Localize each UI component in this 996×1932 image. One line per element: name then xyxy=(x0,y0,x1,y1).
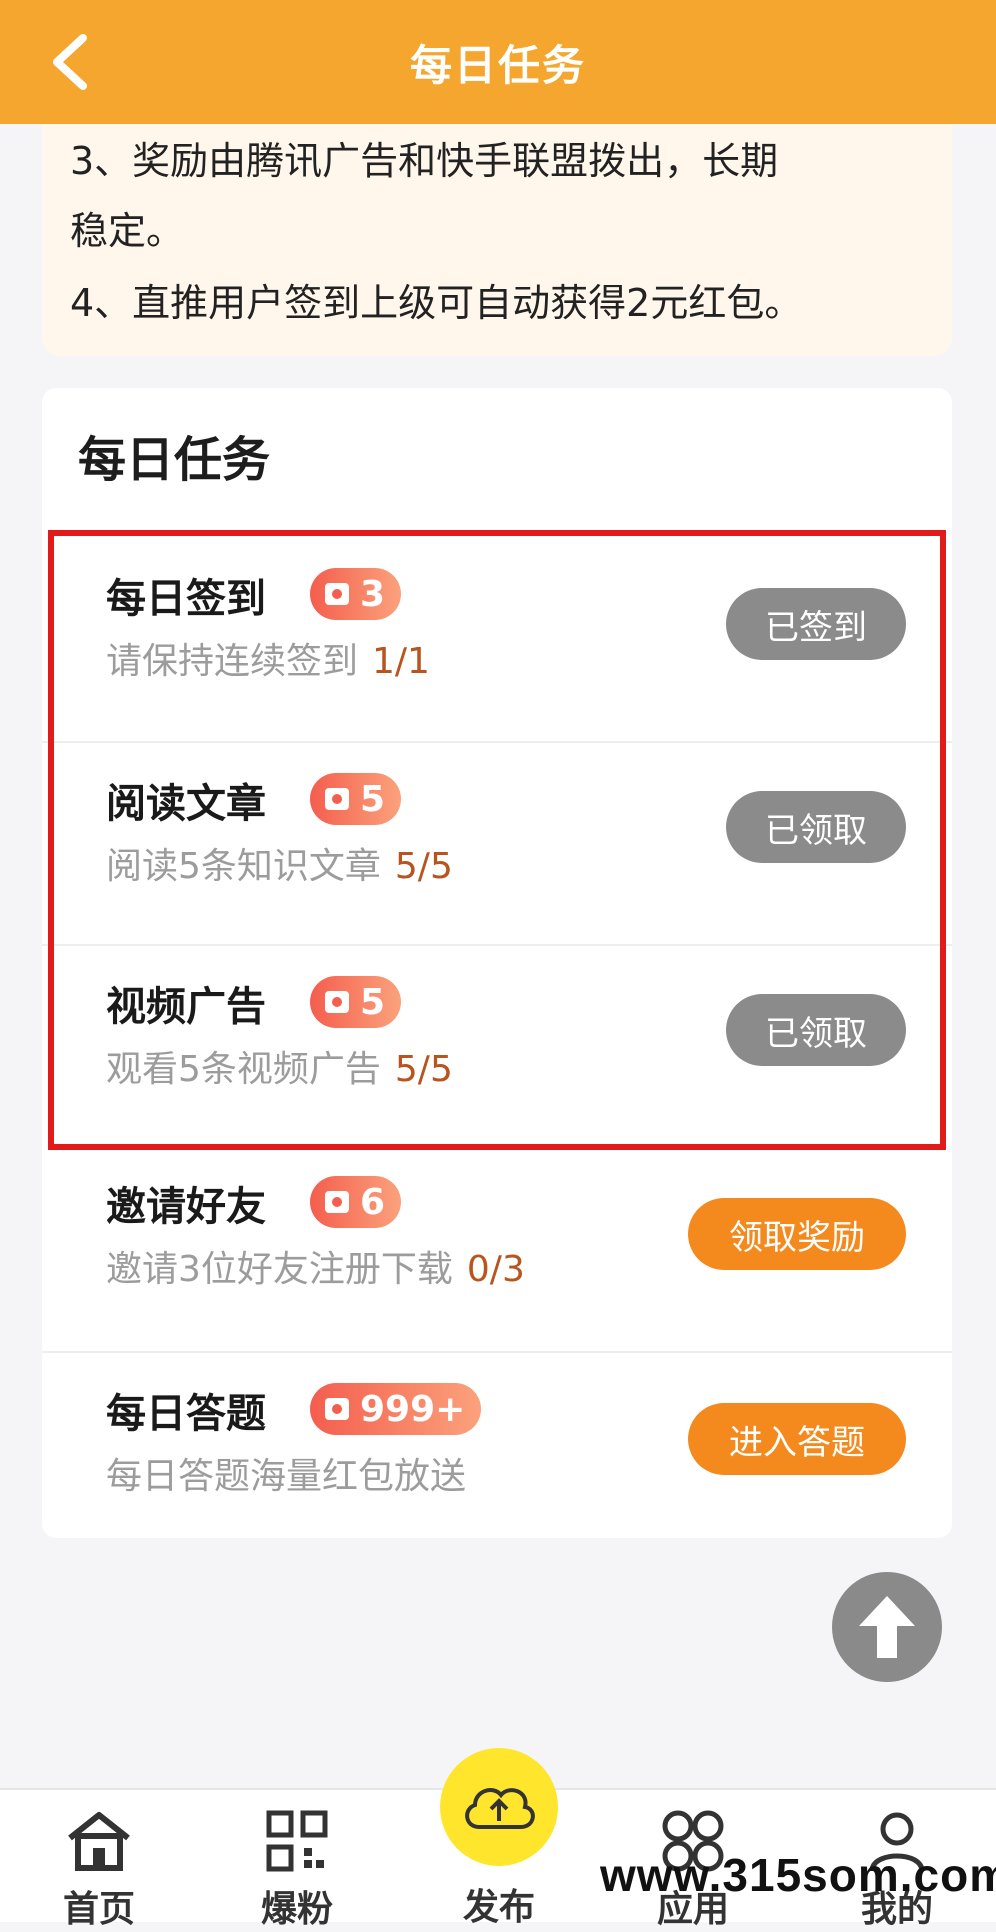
task-name: 阅读文章 xyxy=(106,781,266,827)
red-envelope-icon xyxy=(325,583,349,605)
task-desc-text: 每日答题海量红包放送 xyxy=(106,1456,467,1497)
scroll-top-button[interactable] xyxy=(832,1572,942,1682)
back-button[interactable] xyxy=(30,22,110,102)
home-icon xyxy=(68,1812,130,1871)
task-item-invite-friends: 邀请好友 6 邀请3位好友注册下载 0/3 领取奖励 xyxy=(42,1150,952,1353)
task-desc: 阅读5条知识文章 5/5 xyxy=(106,837,453,889)
claimed-button[interactable]: 已领取 xyxy=(726,994,906,1066)
claimed-button[interactable]: 已领取 xyxy=(726,791,906,863)
task-desc-text: 邀请3位好友注册下载 xyxy=(106,1249,453,1290)
task-progress: 1/1 xyxy=(372,641,430,682)
red-envelope-icon xyxy=(325,1398,349,1420)
task-name: 每日答题 xyxy=(106,1391,266,1437)
rules-notice: 3、奖励由腾讯广告和快手联盟拨出，长期 稳定。 4、直推用户签到上级可自动获得2… xyxy=(42,124,952,356)
task-progress: 5/5 xyxy=(394,846,453,887)
reward-badge: 5 xyxy=(310,976,402,1028)
task-name: 邀请好友 xyxy=(106,1184,266,1230)
notice-line: 稳定。 xyxy=(70,209,185,253)
red-envelope-icon xyxy=(325,1191,349,1213)
tab-label-publish: 发布 xyxy=(462,1887,535,1928)
task-desc-text: 请保持连续签到 xyxy=(106,641,359,682)
task-desc: 邀请3位好友注册下载 0/3 xyxy=(106,1240,525,1292)
task-name: 每日签到 xyxy=(106,576,266,622)
arrow-up-icon xyxy=(859,1596,915,1658)
reward-badge: 3 xyxy=(310,568,402,620)
task-progress: 0/3 xyxy=(466,1249,525,1290)
publish-button[interactable] xyxy=(440,1748,558,1866)
task-item-read-articles: 阅读文章 5 阅读5条知识文章 5/5 已领取 xyxy=(42,743,952,946)
reward-amount: 999+ xyxy=(360,1388,466,1430)
task-item-video-ads: 视频广告 5 观看5条视频广告 5/5 已领取 xyxy=(42,946,952,1149)
reward-amount: 6 xyxy=(360,1181,386,1223)
watermark: www.315som.com xyxy=(600,1849,996,1901)
qr-code-icon xyxy=(266,1810,328,1872)
checked-in-button[interactable]: 已签到 xyxy=(726,588,906,660)
task-desc-text: 观看5条视频广告 xyxy=(106,1049,381,1090)
task-item-checkin: 每日签到 3 请保持连续签到 1/1 已签到 xyxy=(42,540,952,743)
top-bar: 每日任务 xyxy=(0,0,996,124)
chevron-left-icon xyxy=(53,34,87,90)
tab-label: 爆粉 xyxy=(260,1889,333,1930)
task-desc-text: 阅读5条知识文章 xyxy=(106,846,381,887)
tab-home[interactable]: 首页 xyxy=(34,1808,164,1932)
task-desc: 每日答题海量红包放送 xyxy=(106,1447,466,1499)
task-progress: 5/5 xyxy=(394,1049,453,1090)
notice-line: 4、直推用户签到上级可自动获得2元红包。 xyxy=(70,281,803,325)
cloud-upload-icon xyxy=(465,1788,535,1829)
task-item-daily-quiz: 每日答题 999+ 每日答题海量红包放送 进入答题 xyxy=(42,1353,952,1556)
reward-badge: 5 xyxy=(310,773,402,825)
reward-badge: 6 xyxy=(310,1176,402,1228)
task-name: 视频广告 xyxy=(106,984,266,1030)
tab-fans[interactable]: 爆粉 xyxy=(232,1808,362,1932)
tab-label: 首页 xyxy=(62,1889,135,1930)
page-title: 每日任务 xyxy=(409,40,586,90)
task-desc: 请保持连续签到 1/1 xyxy=(106,632,430,684)
reward-amount: 5 xyxy=(360,778,386,820)
claim-reward-button[interactable]: 领取奖励 xyxy=(688,1198,906,1270)
section-title: 每日任务 xyxy=(78,432,271,488)
task-desc: 观看5条视频广告 5/5 xyxy=(106,1040,453,1092)
red-envelope-icon xyxy=(325,788,349,810)
start-quiz-button[interactable]: 进入答题 xyxy=(688,1403,906,1475)
reward-amount: 5 xyxy=(360,981,386,1023)
reward-amount: 3 xyxy=(360,573,386,615)
reward-badge: 999+ xyxy=(310,1383,482,1435)
red-envelope-icon xyxy=(325,991,349,1013)
notice-line: 3、奖励由腾讯广告和快手联盟拨出，长期 xyxy=(70,139,779,183)
